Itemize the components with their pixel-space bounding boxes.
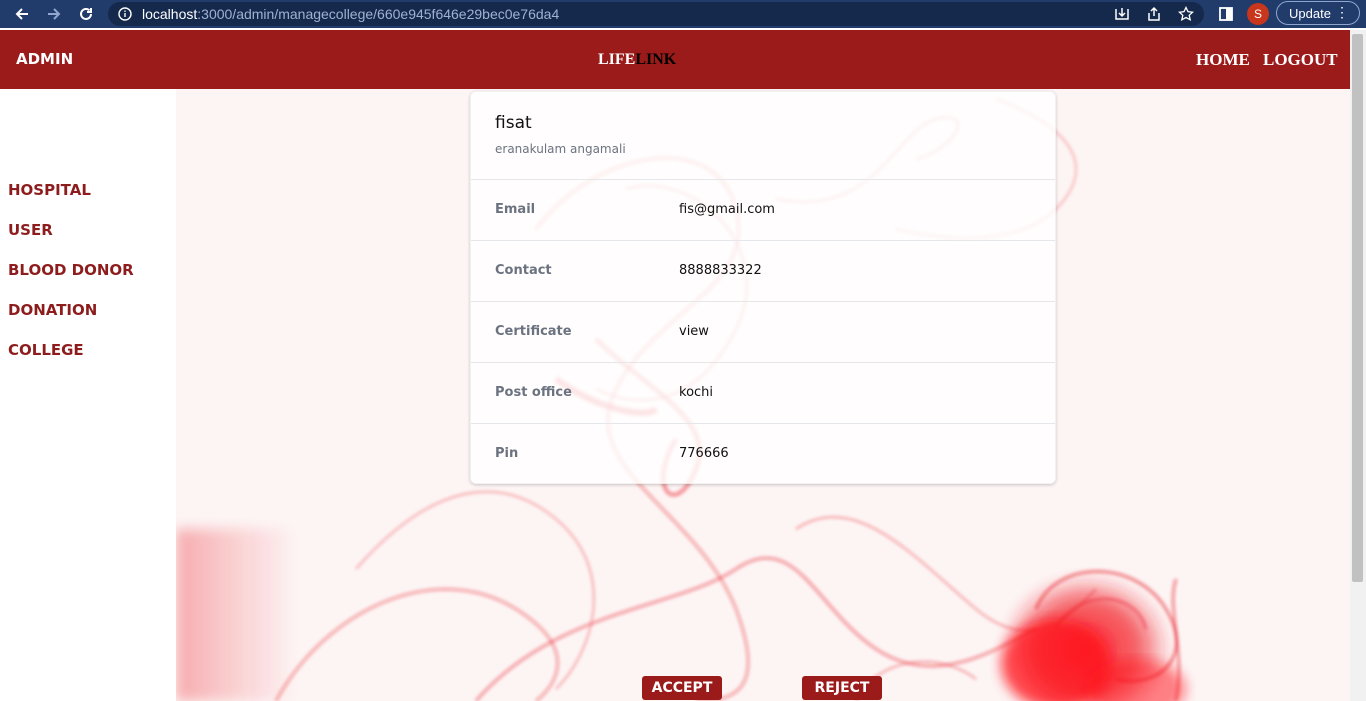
detail-row-post-office: Post office kochi	[471, 362, 1055, 424]
share-icon[interactable]	[1144, 4, 1164, 24]
reload-icon[interactable]	[76, 4, 96, 24]
page-scrollbar[interactable]	[1350, 30, 1366, 701]
reject-button[interactable]: REJECT	[802, 676, 882, 700]
site-logo[interactable]: LIFELINK	[598, 51, 676, 69]
detail-value: 776666	[679, 446, 729, 461]
site-info-icon[interactable]	[118, 6, 132, 25]
detail-value: fis@gmail.com	[679, 202, 775, 217]
sidebar-item-user[interactable]: USER	[8, 221, 53, 239]
address-bar[interactable]: localhost:3000/admin/managecollege/660e9…	[108, 2, 1204, 26]
sidebar: HOSPITAL USER BLOOD DONOR DONATION COLLE…	[0, 89, 176, 701]
nav-home-link[interactable]: HOME	[1196, 50, 1250, 70]
install-app-icon[interactable]	[1112, 4, 1132, 24]
more-menu-icon[interactable]: ⋮	[1335, 4, 1349, 21]
certificate-view-link[interactable]: view	[679, 324, 709, 339]
browser-toolbar: localhost:3000/admin/managecollege/660e9…	[0, 0, 1366, 28]
app-header: ADMIN LIFELINK HOME LOGOUT	[0, 30, 1350, 89]
sidebar-item-college[interactable]: COLLEGE	[8, 341, 84, 359]
detail-value: 8888833322	[679, 263, 762, 278]
detail-row-contact: Contact 8888833322	[471, 240, 1055, 302]
sidebar-item-blood-donor[interactable]: BLOOD DONOR	[8, 261, 134, 279]
college-location: eranakulam angamali	[495, 142, 626, 156]
college-name: fisat	[495, 113, 532, 133]
detail-label: Certificate	[495, 324, 572, 339]
scrollbar-thumb[interactable]	[1352, 34, 1363, 582]
detail-label: Contact	[495, 263, 552, 278]
url-text: localhost:3000/admin/managecollege/660e9…	[142, 6, 560, 22]
side-panel-icon[interactable]	[1216, 4, 1236, 24]
detail-row-certificate: Certificate view	[471, 301, 1055, 363]
accept-button[interactable]: ACCEPT	[642, 676, 722, 700]
detail-row-email: Email fis@gmail.com	[471, 179, 1055, 241]
nav-logout-link[interactable]: LOGOUT	[1263, 50, 1338, 70]
detail-label: Pin	[495, 446, 519, 461]
detail-label: Post office	[495, 385, 572, 400]
update-button[interactable]: Update ⋮	[1276, 1, 1360, 25]
detail-value: kochi	[679, 385, 714, 400]
detail-row-pin: Pin 776666	[471, 423, 1055, 485]
detail-label: Email	[495, 202, 536, 217]
sidebar-item-hospital[interactable]: HOSPITAL	[8, 181, 91, 199]
profile-avatar[interactable]: S	[1247, 3, 1269, 25]
college-details-card: fisat eranakulam angamali Email fis@gmai…	[470, 91, 1056, 484]
back-arrow-icon[interactable]	[12, 4, 32, 24]
sidebar-item-donation[interactable]: DONATION	[8, 301, 97, 319]
bookmark-star-icon[interactable]	[1176, 4, 1196, 24]
brand-title: ADMIN	[16, 50, 74, 68]
forward-arrow-icon[interactable]	[44, 4, 64, 24]
